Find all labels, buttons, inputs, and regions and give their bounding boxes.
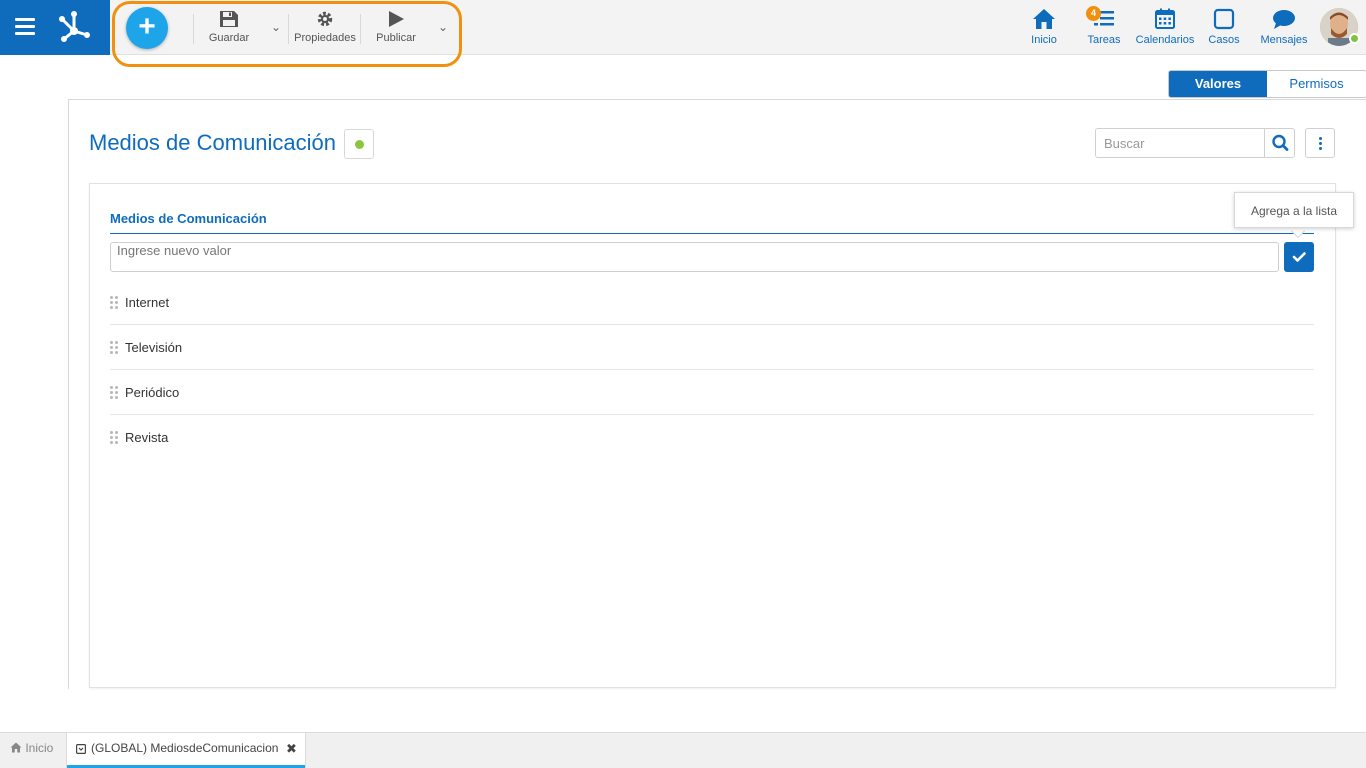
list-document-icon — [76, 744, 86, 754]
tasks-count-badge: 4 — [1086, 6, 1101, 21]
gear-icon — [317, 11, 333, 27]
add-tooltip: Agrega a la lista — [1234, 192, 1354, 228]
nav-home-label: Inicio — [1031, 34, 1057, 46]
toolbar-separator — [360, 14, 361, 44]
kebab-icon — [1319, 137, 1322, 140]
home-icon — [10, 742, 22, 753]
nav-cases[interactable]: Casos — [1206, 8, 1242, 46]
tab-values[interactable]: Valores — [1169, 71, 1267, 97]
nav-tasks-label: Tareas — [1087, 34, 1121, 46]
list-item[interactable]: Revista — [110, 415, 1314, 460]
nav-calendars[interactable]: Calendarios — [1134, 8, 1196, 46]
header-divider — [110, 233, 1314, 234]
nav-home[interactable]: Inicio — [1026, 8, 1062, 46]
search-button[interactable] — [1264, 129, 1294, 157]
status-button[interactable] — [344, 129, 374, 159]
save-button[interactable]: Guardar — [205, 10, 253, 44]
chat-bubble-icon — [1273, 10, 1295, 29]
publish-dropdown-chevron-icon[interactable]: ⌄ — [438, 20, 448, 34]
bottom-tab-bar: Inicio (GLOBAL) MediosdeComunicacion ✖ — [0, 732, 1366, 768]
more-options-button[interactable] — [1305, 128, 1335, 158]
page-title: Medios de Comunicación — [89, 130, 337, 155]
list-item-label: Televisión — [125, 340, 183, 355]
publish-button[interactable]: Publicar — [372, 10, 420, 44]
menu-icon[interactable] — [15, 18, 35, 36]
nav-messages[interactable]: Mensajes — [1258, 8, 1310, 46]
list-item-label: Revista — [125, 430, 169, 445]
nav-tasks[interactable]: 4 Tareas — [1084, 6, 1124, 46]
online-status-dot — [1349, 33, 1360, 44]
nav-cases-label: Casos — [1208, 34, 1240, 46]
brand-area — [0, 0, 110, 55]
publish-label: Publicar — [376, 32, 416, 44]
view-tabs: Valores Permisos — [1168, 70, 1366, 98]
add-button[interactable]: + — [126, 7, 168, 49]
tab-permissions[interactable]: Permisos — [1267, 71, 1366, 97]
save-label: Guardar — [208, 32, 250, 44]
drag-handle-icon[interactable] — [110, 431, 120, 445]
list-item[interactable]: Periódico — [110, 370, 1314, 415]
search-icon — [1272, 134, 1289, 151]
search-box — [1095, 128, 1295, 158]
list-item-label: Internet — [125, 295, 170, 310]
toolbar-separator — [288, 14, 289, 44]
list-item-label: Periódico — [125, 385, 180, 400]
search-input[interactable] — [1096, 129, 1266, 157]
case-icon — [1213, 8, 1235, 30]
properties-button[interactable]: Propiedades — [292, 10, 358, 44]
drag-handle-icon[interactable] — [110, 341, 120, 355]
bottom-tab-home-label: Inicio — [25, 741, 54, 755]
add-to-list-button[interactable] — [1284, 242, 1314, 272]
drag-handle-icon[interactable] — [110, 386, 120, 400]
home-icon — [1033, 9, 1055, 29]
save-icon — [220, 11, 238, 27]
bottom-tab-active-label: (GLOBAL) MediosdeComunicacion — [91, 741, 279, 755]
calendar-icon — [1155, 8, 1175, 29]
nav-messages-label: Mensajes — [1260, 34, 1308, 46]
bottom-tab-active[interactable]: (GLOBAL) MediosdeComunicacion ✖ — [66, 733, 306, 768]
new-value-input[interactable] — [110, 242, 1279, 272]
list-item[interactable]: Internet — [110, 280, 1314, 325]
logo-icon[interactable] — [56, 9, 92, 45]
bottom-tab-home[interactable]: Inicio — [10, 741, 53, 755]
check-icon — [1292, 252, 1306, 262]
nav-calendars-label: Calendarios — [1135, 34, 1195, 46]
save-dropdown-chevron-icon[interactable]: ⌄ — [271, 20, 281, 34]
list-header: Medios de Comunicación — [110, 211, 267, 226]
list-item[interactable]: Televisión — [110, 325, 1314, 370]
drag-handle-icon[interactable] — [110, 296, 120, 310]
toolbar-separator — [193, 14, 194, 44]
status-dot-icon — [355, 140, 364, 149]
play-icon — [389, 11, 404, 27]
properties-label: Propiedades — [294, 32, 356, 44]
close-icon[interactable]: ✖ — [286, 741, 297, 757]
